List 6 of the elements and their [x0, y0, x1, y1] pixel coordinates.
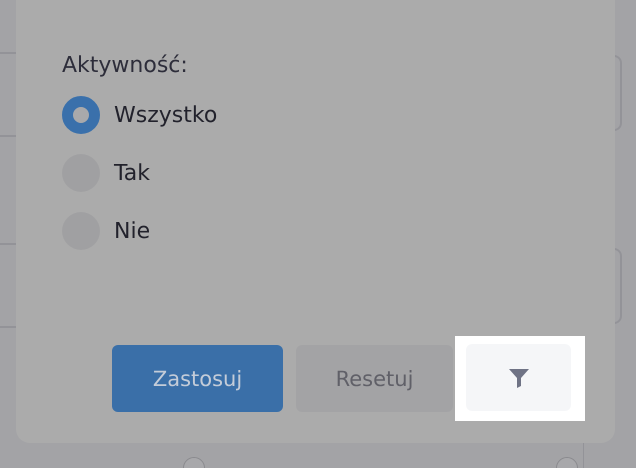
radio-label[interactable]: Tak	[114, 160, 150, 186]
filter-heading: Aktywność:	[62, 52, 189, 80]
filter-button[interactable]	[466, 344, 571, 411]
radio-label[interactable]: Wszystko	[114, 102, 218, 128]
radio-label[interactable]: Nie	[114, 218, 150, 244]
radio-button[interactable]	[62, 96, 100, 134]
